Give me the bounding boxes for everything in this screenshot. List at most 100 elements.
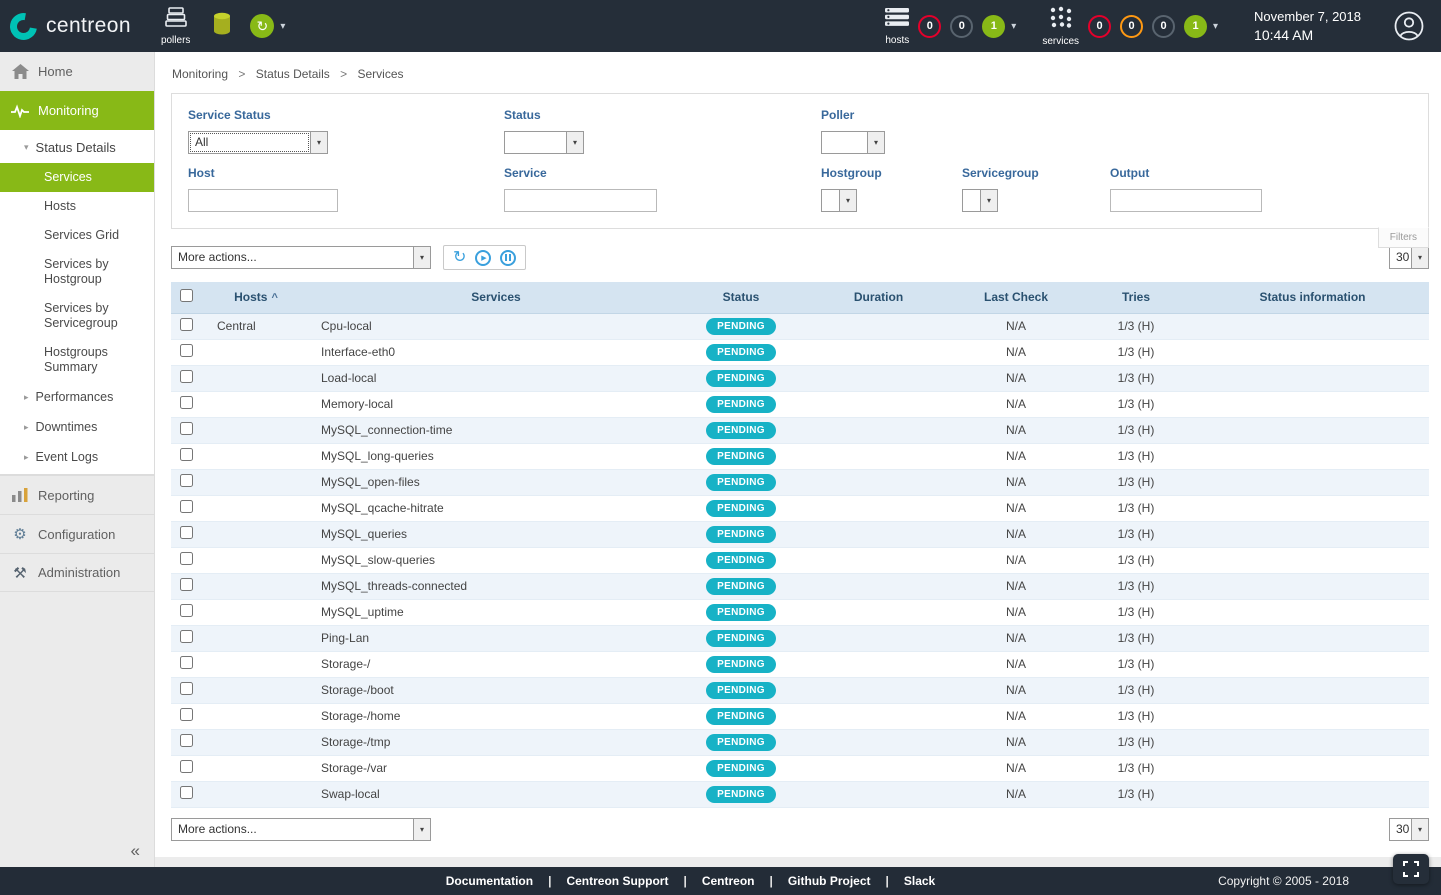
host-cell[interactable]	[201, 651, 311, 677]
service-cell[interactable]: Storage-/var	[311, 755, 681, 781]
chevron-down-icon[interactable]: ▾	[1011, 21, 1016, 32]
sidebar-item-event-logs[interactable]: ▸ Event Logs	[0, 442, 154, 472]
host-input[interactable]	[188, 189, 338, 212]
service-cell[interactable]: Ping-Lan	[311, 625, 681, 651]
host-cell[interactable]	[201, 417, 311, 443]
hosts-menu[interactable]: hosts	[885, 7, 909, 46]
host-cell[interactable]: Central	[201, 313, 311, 339]
footer-link-github-project[interactable]: Github Project	[788, 874, 871, 888]
service-status-select[interactable]: All ▾	[188, 131, 328, 154]
service-cell[interactable]: Load-local	[311, 365, 681, 391]
hosts-up-badge[interactable]: 1	[982, 15, 1005, 38]
service-cell[interactable]: Swap-local	[311, 781, 681, 807]
header-duration[interactable]: Duration	[801, 282, 956, 313]
row-checkbox[interactable]	[180, 422, 193, 435]
service-cell[interactable]: MySQL_slow-queries	[311, 547, 681, 573]
footer-link-centreon[interactable]: Centreon	[702, 874, 755, 888]
sidebar-item-hosts[interactable]: Hosts	[0, 192, 154, 221]
row-checkbox[interactable]	[180, 552, 193, 565]
sidebar-item-reporting[interactable]: Reporting	[0, 475, 154, 514]
select-all-checkbox[interactable]	[180, 289, 193, 302]
footer-link-slack[interactable]: Slack	[904, 874, 935, 888]
row-checkbox[interactable]	[180, 734, 193, 747]
row-checkbox[interactable]	[180, 448, 193, 461]
sidebar-item-downtimes[interactable]: ▸ Downtimes	[0, 412, 154, 442]
sidebar-collapse-button[interactable]: «	[131, 841, 140, 861]
database-status[interactable]	[212, 12, 232, 41]
page-size-select-bottom[interactable]: 30 ▾	[1389, 818, 1429, 841]
host-cell[interactable]	[201, 703, 311, 729]
host-cell[interactable]	[201, 781, 311, 807]
row-checkbox[interactable]	[180, 500, 193, 513]
services-warning-badge[interactable]: 0	[1120, 15, 1143, 38]
service-cell[interactable]: MySQL_uptime	[311, 599, 681, 625]
services-ok-badge[interactable]: 1	[1184, 15, 1207, 38]
sidebar-item-monitoring[interactable]: Monitoring	[0, 91, 154, 130]
service-input[interactable]	[504, 189, 657, 212]
row-checkbox[interactable]	[180, 708, 193, 721]
sidebar-item-hostgroups-summary[interactable]: Hostgroups Summary	[0, 338, 154, 382]
chevron-down-icon[interactable]: ▾	[1213, 21, 1218, 32]
row-checkbox[interactable]	[180, 604, 193, 617]
sidebar-item-services[interactable]: Services	[0, 163, 154, 192]
hosts-down-badge[interactable]: 0	[918, 15, 941, 38]
user-profile-icon[interactable]	[1393, 10, 1425, 42]
services-unknown-badge[interactable]: 0	[1152, 15, 1175, 38]
sidebar-item-services-by-hostgroup[interactable]: Services by Hostgroup	[0, 250, 154, 294]
header-status[interactable]: Status	[681, 282, 801, 313]
hosts-unreachable-badge[interactable]: 0	[950, 15, 973, 38]
filters-tab[interactable]: Filters	[1378, 227, 1429, 248]
header-last-check[interactable]: Last Check	[956, 282, 1076, 313]
header-tries[interactable]: Tries	[1076, 282, 1196, 313]
sidebar-item-services-by-servicegroup[interactable]: Services by Servicegroup	[0, 294, 154, 338]
services-critical-badge[interactable]: 0	[1088, 15, 1111, 38]
service-cell[interactable]: Storage-/	[311, 651, 681, 677]
host-cell[interactable]	[201, 365, 311, 391]
service-cell[interactable]: Storage-/tmp	[311, 729, 681, 755]
status-select[interactable]: ▾	[504, 131, 584, 154]
row-checkbox[interactable]	[180, 682, 193, 695]
host-cell[interactable]	[201, 573, 311, 599]
hostgroup-select[interactable]: ▾	[821, 189, 857, 212]
sidebar-item-services-grid[interactable]: Services Grid	[0, 221, 154, 250]
service-cell[interactable]: MySQL_qcache-hitrate	[311, 495, 681, 521]
sync-status[interactable]: ↻ ▾	[250, 14, 285, 38]
host-cell[interactable]	[201, 443, 311, 469]
service-cell[interactable]: Cpu-local	[311, 313, 681, 339]
service-cell[interactable]: MySQL_open-files	[311, 469, 681, 495]
row-checkbox[interactable]	[180, 630, 193, 643]
play-icon[interactable]: ▶	[475, 250, 491, 266]
service-cell[interactable]: MySQL_queries	[311, 521, 681, 547]
host-cell[interactable]	[201, 599, 311, 625]
header-services[interactable]: Services	[311, 282, 681, 313]
breadcrumb-monitoring[interactable]: Monitoring	[172, 67, 228, 81]
more-actions-select-bottom[interactable]: More actions... ▾	[171, 818, 431, 841]
host-cell[interactable]	[201, 677, 311, 703]
host-cell[interactable]	[201, 521, 311, 547]
refresh-icon[interactable]: ↻	[453, 250, 466, 266]
page-size-select[interactable]: 30 ▾	[1389, 246, 1429, 269]
service-cell[interactable]: MySQL_long-queries	[311, 443, 681, 469]
sidebar-item-performances[interactable]: ▸ Performances	[0, 382, 154, 412]
service-cell[interactable]: MySQL_threads-connected	[311, 573, 681, 599]
more-actions-select[interactable]: More actions... ▾	[171, 246, 431, 269]
services-menu[interactable]: services	[1042, 6, 1079, 47]
host-cell[interactable]	[201, 469, 311, 495]
fullscreen-button[interactable]	[1393, 854, 1429, 884]
service-cell[interactable]: MySQL_connection-time	[311, 417, 681, 443]
row-checkbox[interactable]	[180, 786, 193, 799]
service-cell[interactable]: Storage-/home	[311, 703, 681, 729]
poller-select[interactable]: ▾	[821, 131, 885, 154]
service-cell[interactable]: Memory-local	[311, 391, 681, 417]
row-checkbox[interactable]	[180, 760, 193, 773]
pollers-menu[interactable]: pollers	[161, 7, 190, 46]
sidebar-item-home[interactable]: Home	[0, 52, 154, 91]
row-checkbox[interactable]	[180, 656, 193, 669]
host-cell[interactable]	[201, 339, 311, 365]
row-checkbox[interactable]	[180, 526, 193, 539]
pause-icon[interactable]	[500, 250, 516, 266]
footer-link-documentation[interactable]: Documentation	[446, 874, 533, 888]
host-cell[interactable]	[201, 729, 311, 755]
row-checkbox[interactable]	[180, 370, 193, 383]
service-cell[interactable]: Interface-eth0	[311, 339, 681, 365]
